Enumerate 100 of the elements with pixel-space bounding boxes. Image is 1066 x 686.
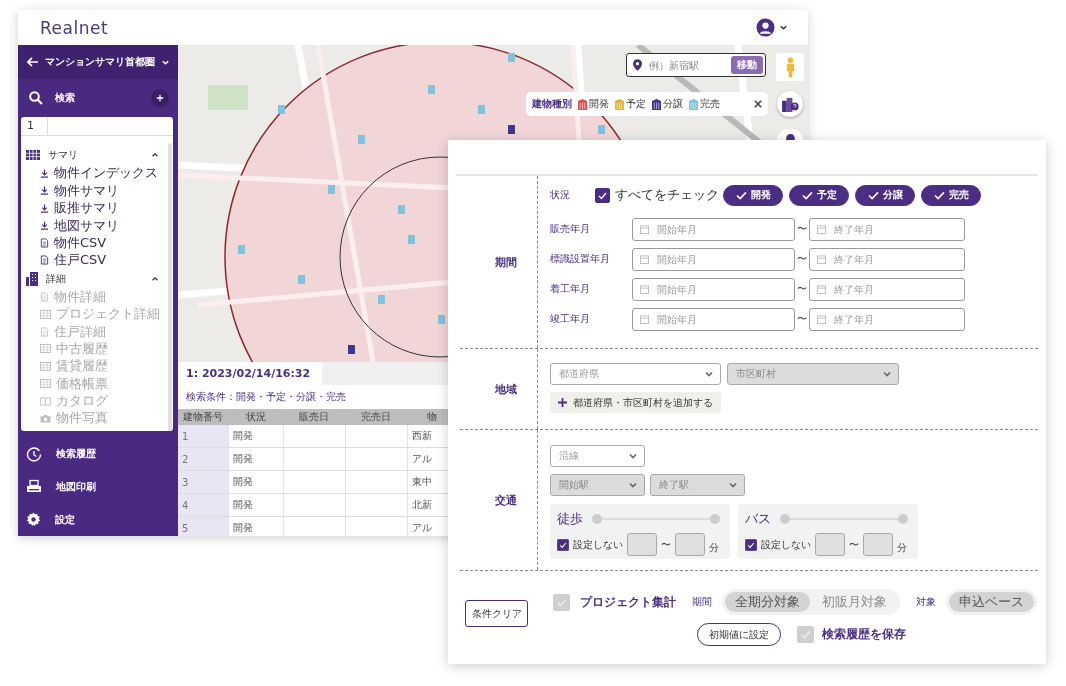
- date-field[interactable]: 終了年月: [809, 217, 965, 241]
- chevron-down-icon: [628, 451, 638, 461]
- field-label: 販売年月: [550, 222, 591, 236]
- date-field[interactable]: 開始年月: [632, 247, 795, 271]
- segment-option[interactable]: 申込ベース: [949, 592, 1034, 612]
- column-header: 建物番号: [183, 411, 223, 422]
- checkbox[interactable]: [595, 187, 610, 203]
- range-separator: 〜: [796, 312, 808, 326]
- column-header: 完売日: [361, 411, 391, 422]
- logo: Realnet: [40, 17, 109, 38]
- group-title: サマリ: [48, 148, 78, 163]
- date-field[interactable]: 開始年月: [632, 217, 795, 241]
- menu-item[interactable]: 物件CSV: [54, 233, 107, 252]
- street-view-button[interactable]: [776, 53, 804, 81]
- menu-item[interactable]: 地図サマリ: [54, 216, 119, 235]
- nav-item[interactable]: 設定: [55, 512, 75, 527]
- user-menu[interactable]: [756, 18, 788, 37]
- table-cell: 5: [182, 522, 189, 534]
- range-separator: 〜: [661, 537, 671, 552]
- status-chip[interactable]: 予定: [789, 184, 849, 206]
- mode-label: 徒歩: [557, 510, 584, 528]
- mode-label: バス: [745, 510, 772, 528]
- checkbox[interactable]: [745, 538, 757, 551]
- table-cell: 4: [182, 499, 189, 511]
- status-chip[interactable]: 完売: [921, 184, 981, 206]
- slider-thumb[interactable]: [710, 514, 720, 524]
- section-label: 検索: [55, 91, 75, 106]
- table-icon: [40, 379, 51, 389]
- location-button[interactable]: [777, 129, 803, 140]
- unit-label: 分: [709, 540, 719, 555]
- chevron-down-icon: [779, 23, 788, 32]
- nav-item[interactable]: 地図印刷: [56, 479, 96, 494]
- person-icon: [784, 56, 796, 78]
- date-field[interactable]: 終了年月: [809, 307, 965, 331]
- download-icon: [40, 168, 49, 178]
- minutes-field[interactable]: [863, 533, 893, 556]
- menu-item[interactable]: 住戸CSV: [54, 251, 107, 270]
- minutes-field[interactable]: [815, 533, 845, 556]
- table-icon: [40, 344, 51, 354]
- chevron-down-icon: [628, 480, 638, 490]
- caret-icon[interactable]: [151, 274, 159, 283]
- search-icon: [29, 91, 43, 106]
- download-icon: [40, 221, 49, 231]
- status-chip[interactable]: 分譲: [855, 184, 915, 206]
- result-tab[interactable]: 1: 2023/02/14/16:32: [178, 362, 323, 385]
- segment-option[interactable]: 全期分対象: [725, 592, 810, 612]
- check-icon: [801, 190, 813, 200]
- table-cell: 3: [182, 476, 189, 488]
- reset-button[interactable]: 初期値に設定: [697, 623, 781, 646]
- add-area-button[interactable]: 都道府県・市区町村を追加する: [550, 392, 721, 413]
- download-icon: [40, 186, 49, 196]
- panel-tab[interactable]: 1: [21, 116, 48, 135]
- table-cell: 1: [182, 430, 189, 442]
- column-header: 販売日: [299, 411, 329, 422]
- date-field[interactable]: 開始年月: [632, 277, 795, 301]
- range-separator: 〜: [849, 537, 859, 552]
- clear-button[interactable]: 条件クリア: [465, 600, 528, 627]
- section-label: 期間: [494, 254, 517, 270]
- slider-thumb[interactable]: [898, 514, 908, 524]
- move-button[interactable]: 移動: [731, 56, 763, 74]
- table-icon: [40, 361, 51, 371]
- section-label: 交通: [494, 492, 517, 508]
- table-cell: 西新: [411, 430, 432, 441]
- date-field[interactable]: 開始年月: [632, 307, 795, 331]
- minutes-field[interactable]: [627, 533, 657, 556]
- building-icon: [26, 271, 38, 286]
- table-cell: 開発: [232, 453, 253, 464]
- menu-item[interactable]: 物件インデックス: [54, 164, 158, 183]
- status-chip[interactable]: 開発: [723, 184, 783, 206]
- grid-icon: [26, 150, 40, 161]
- range-slider[interactable]: [592, 514, 720, 524]
- nav-item[interactable]: 検索履歴: [56, 446, 96, 461]
- building-help-icon: [781, 96, 799, 112]
- menu-item[interactable]: 販推サマリ: [54, 199, 119, 218]
- plus-icon: [156, 94, 164, 103]
- section-label: 地域: [494, 381, 517, 397]
- history-icon: [26, 445, 42, 462]
- column-header: 物: [427, 411, 437, 422]
- legend-label: 完売: [700, 97, 720, 111]
- option-label: 期間: [692, 595, 712, 609]
- document-icon: [40, 291, 49, 302]
- back-arrow-icon: [26, 56, 39, 69]
- table-cell: 2: [182, 453, 189, 465]
- minutes-field[interactable]: [675, 533, 705, 556]
- table-icon: [40, 309, 51, 319]
- legend-label: 開発: [589, 97, 609, 111]
- field-label: 状況: [550, 188, 571, 202]
- menu-item[interactable]: 物件サマリ: [54, 181, 119, 200]
- group-title: 詳細: [46, 271, 66, 286]
- checkbox[interactable]: [557, 538, 569, 551]
- checkbox-label: 設定しない: [761, 537, 811, 552]
- document-icon: [40, 326, 49, 337]
- range-slider[interactable]: [780, 514, 908, 524]
- add-button[interactable]: [151, 89, 169, 108]
- date-field[interactable]: 終了年月: [809, 247, 965, 271]
- camera-icon: [40, 413, 51, 423]
- checkbox-label: 設定しない: [573, 537, 623, 552]
- date-field[interactable]: 終了年月: [809, 277, 965, 301]
- avatar-icon: [756, 18, 775, 37]
- table-cell: アル: [411, 453, 432, 464]
